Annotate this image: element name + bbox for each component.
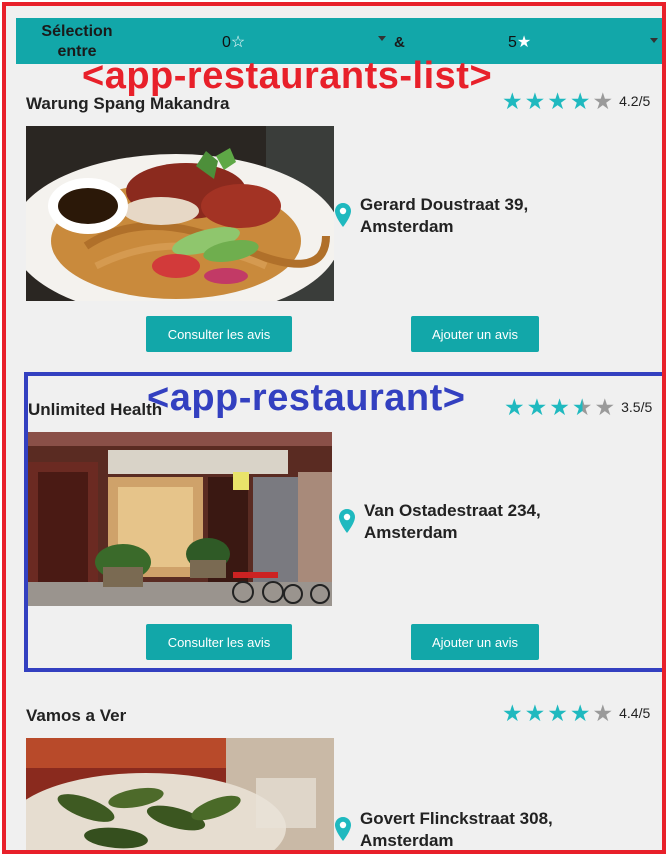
view-reviews-button[interactable]: Consulter les avis: [146, 316, 292, 352]
star-half-icon: ★: [571, 394, 593, 420]
item-component-annotation: <app-restaurant>: [147, 377, 466, 419]
star-full-icon: ★: [502, 700, 523, 726]
add-review-button[interactable]: Ajouter un avis: [411, 624, 539, 660]
star-full-icon: ★: [504, 394, 525, 420]
empty-star-icon: ☆: [230, 34, 246, 51]
food-plate-image: [26, 738, 334, 850]
star-empty-icon: ★: [592, 700, 614, 726]
address-line-2: Amsterdam: [360, 217, 454, 236]
star-full-icon: ★: [526, 394, 548, 420]
min-rating-select[interactable]: 0☆: [222, 32, 245, 52]
rating-text: 3.5/5: [621, 399, 653, 415]
filled-star-icon: ★: [516, 34, 532, 51]
map-pin-icon: [335, 203, 351, 227]
min-rating-value: 0: [222, 34, 231, 51]
rating-text: 4.2/5: [619, 93, 651, 109]
restaurant-photo: [28, 432, 332, 606]
star-empty-icon: ★: [592, 88, 614, 114]
address-line-2: Amsterdam: [360, 831, 454, 850]
star-full-icon: ★: [549, 394, 570, 420]
map-pin-icon: [339, 509, 355, 533]
food-plate-image: [26, 126, 334, 301]
restaurant-photo: [26, 738, 334, 850]
restaurant-name: Unlimited Health: [28, 400, 163, 419]
max-rating-select[interactable]: 5★: [508, 32, 531, 52]
list-component-annotation: <app-restaurants-list>: [82, 55, 493, 97]
star-full-icon: ★: [502, 88, 523, 114]
star-full-icon: ★: [547, 88, 568, 114]
view-reviews-button[interactable]: Consulter les avis: [146, 624, 292, 660]
restaurant-card: Warung Spang Makandra ★ ★ ★ ★ ★ 4.2/5 Ge…: [16, 76, 662, 366]
restaurant-address: Gerard Doustraat 39, Amsterdam: [334, 194, 528, 238]
restaurant-rating: ★ ★ ★ ★ ★ 4.4/5: [502, 700, 651, 726]
restaurant-photo: [26, 126, 334, 301]
address-line-2: Amsterdam: [364, 523, 458, 542]
add-review-button[interactable]: Ajouter un avis: [411, 316, 539, 352]
storefront-image: [28, 432, 332, 606]
star-full-icon: ★: [569, 700, 591, 726]
restaurant-rating: ★ ★ ★ ★ ★ 3.5/5: [504, 394, 653, 420]
restaurant-name: Vamos a Ver: [26, 706, 127, 725]
rating-text: 4.4/5: [619, 705, 651, 721]
address-line-1: Van Ostadestraat 234,: [364, 501, 541, 520]
star-full-icon: ★: [524, 700, 546, 726]
max-rating-value: 5: [508, 34, 517, 51]
filter-separator: &: [394, 34, 405, 51]
restaurant-rating: ★ ★ ★ ★ ★ 4.2/5: [502, 88, 651, 114]
star-full-icon: ★: [524, 88, 546, 114]
address-line-1: Govert Flinckstraat 308,: [360, 809, 553, 828]
star-empty-icon: ★: [594, 394, 616, 420]
restaurant-address: Van Ostadestraat 234, Amsterdam: [338, 500, 541, 544]
chevron-down-icon[interactable]: [650, 38, 658, 43]
star-full-icon: ★: [569, 88, 591, 114]
restaurant-card: Vamos a Ver ★ ★ ★ ★ ★ 4.4/5 Govert Flinc…: [16, 692, 662, 850]
star-full-icon: ★: [547, 700, 568, 726]
address-line-1: Gerard Doustraat 39,: [360, 195, 529, 214]
restaurants-list-container: Sélection entre 0☆ & 5★ Warung Spang Mak…: [2, 2, 666, 854]
map-pin-icon: [335, 817, 351, 841]
chevron-down-icon[interactable]: [378, 36, 386, 41]
restaurant-address: Govert Flinckstraat 308, Amsterdam: [334, 808, 553, 850]
